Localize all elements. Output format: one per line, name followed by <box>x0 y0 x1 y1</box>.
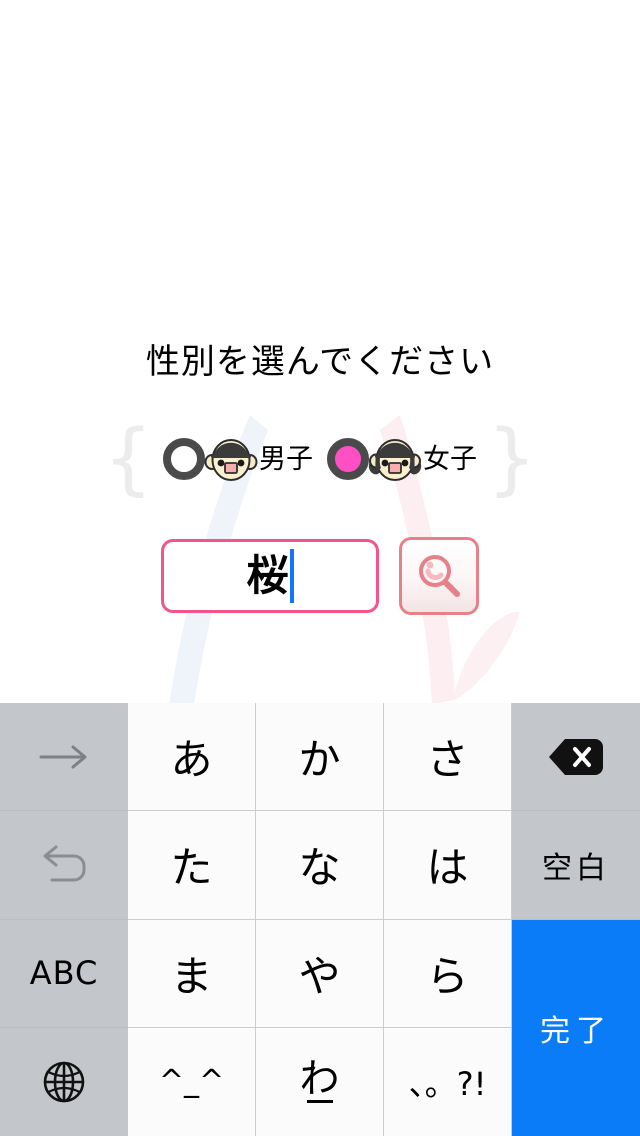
gender-label-girl: 女子 <box>423 443 477 475</box>
search-button[interactable] <box>399 537 479 615</box>
undo-key[interactable] <box>0 811 128 920</box>
kana-ha-key[interactable]: は <box>384 811 512 920</box>
name-input-value: 桜 <box>246 551 289 600</box>
brace-right: } <box>487 414 537 504</box>
kana-ka-key[interactable]: か <box>256 703 384 812</box>
kana-ma-key[interactable]: ま <box>128 919 256 1028</box>
emoticon-key-label: ^_^ <box>158 1064 225 1100</box>
brace-left: { <box>103 414 153 504</box>
globe-key[interactable] <box>0 1027 128 1136</box>
boy-face-icon <box>203 434 259 484</box>
arrow-right-icon <box>39 745 87 769</box>
girl-face-icon <box>367 434 423 484</box>
kana-wa-glyph: わ <box>299 1056 340 1103</box>
japanese-keyboard: あ か さ た な は 空白 ABC ま や ら 完了 ^_^ わ 、。?! <box>0 703 640 1136</box>
done-key[interactable]: 完了 <box>512 919 640 1136</box>
kana-ra-key[interactable]: ら <box>384 919 512 1028</box>
gender-selector: { 男子 女子} <box>0 414 640 504</box>
gender-option-boy[interactable]: 男子 <box>163 429 313 489</box>
kana-na-key[interactable]: な <box>256 811 384 920</box>
gender-option-girl[interactable]: 女子 <box>327 429 477 489</box>
next-candidate-key[interactable] <box>0 703 128 812</box>
abc-key[interactable]: ABC <box>0 919 128 1028</box>
name-input[interactable]: 桜 <box>161 539 379 613</box>
emoticon-key[interactable]: ^_^ <box>128 1027 256 1136</box>
punctuation-key[interactable]: 、。?! <box>384 1027 512 1136</box>
delete-key[interactable] <box>512 703 640 812</box>
backspace-icon <box>549 738 603 775</box>
radio-boy[interactable] <box>163 438 205 480</box>
kana-wa-underscore <box>306 1100 333 1104</box>
kana-wa-key-label: わ <box>299 1056 340 1104</box>
magnifier-icon <box>419 555 460 597</box>
kana-sa-key[interactable]: さ <box>384 703 512 812</box>
undo-icon <box>43 845 86 882</box>
radio-girl[interactable] <box>327 438 369 480</box>
kana-a-key[interactable]: あ <box>128 703 256 812</box>
page-title: 性別を選んでください <box>145 342 495 382</box>
space-key[interactable]: 空白 <box>512 811 640 920</box>
gender-label-boy: 男子 <box>259 443 313 475</box>
globe-icon <box>43 1061 85 1103</box>
kana-ta-key[interactable]: た <box>128 811 256 920</box>
form-content: 性別を選んでください { 男子 女子} 桜 <box>0 0 640 703</box>
punctuation-key-label: 、。?! <box>408 1064 487 1103</box>
kana-wa-key[interactable]: わ <box>256 1027 384 1136</box>
kana-ya-key[interactable]: や <box>256 919 384 1028</box>
text-caret <box>289 549 294 603</box>
name-input-row: 桜 <box>0 535 640 617</box>
